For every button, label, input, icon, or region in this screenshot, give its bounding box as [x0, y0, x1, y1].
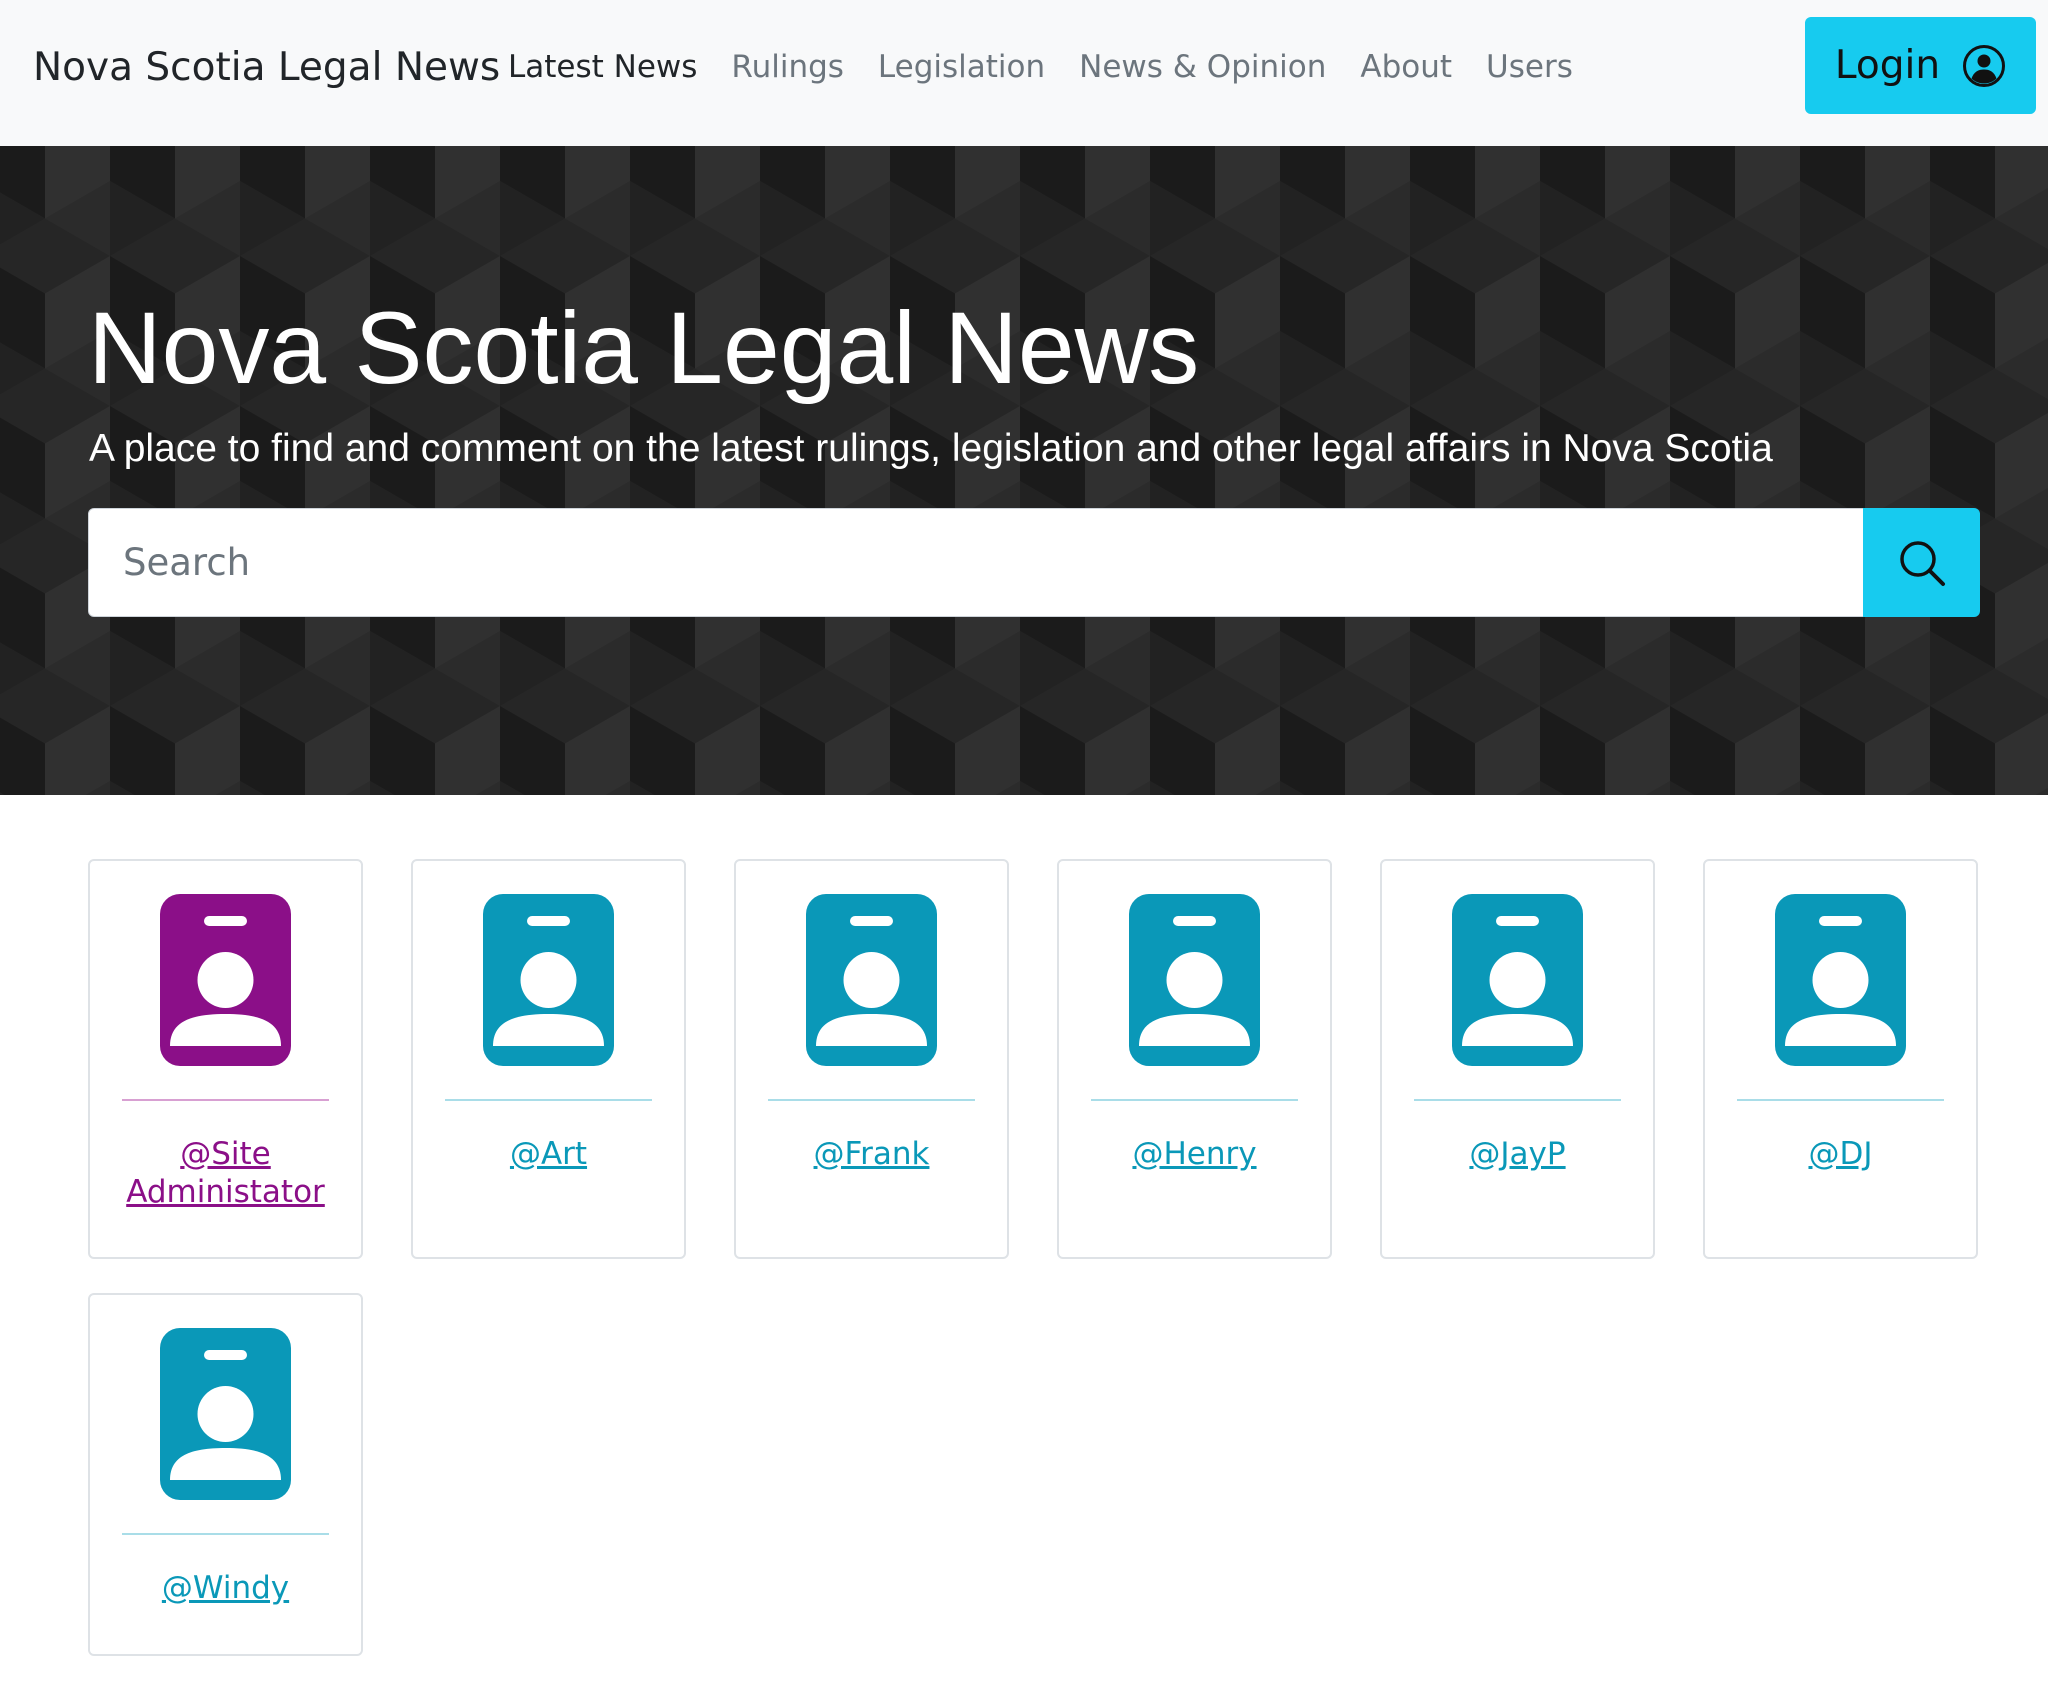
navbar: Nova Scotia Legal News Latest News Rulin…: [0, 0, 2048, 146]
card-divider: [1737, 1099, 1944, 1101]
nav-item-news-opinion: News & Opinion: [1079, 46, 1326, 88]
search-input[interactable]: [88, 508, 1864, 617]
nav-link-news-opinion[interactable]: News & Opinion: [1079, 46, 1326, 88]
nav-link-legislation[interactable]: Legislation: [878, 46, 1045, 88]
login-label: Login: [1834, 43, 1941, 88]
user-profile-link[interactable]: @Art: [500, 1135, 597, 1173]
person-badge-icon: [1452, 894, 1583, 1066]
users-grid: @Site Administator @Art @Frank @Henry @J…: [88, 859, 1980, 1656]
nav-link-users[interactable]: Users: [1486, 46, 1573, 88]
user-card: @Frank: [734, 859, 1009, 1259]
card-divider: [1091, 1099, 1298, 1101]
navbar-brand[interactable]: Nova Scotia Legal News: [33, 44, 500, 92]
nav-item-legislation: Legislation: [878, 46, 1045, 88]
user-card: @JayP: [1380, 859, 1655, 1259]
login-button[interactable]: Login: [1805, 17, 2036, 114]
card-divider: [768, 1099, 975, 1101]
person-badge-icon: [806, 894, 937, 1066]
user-profile-link[interactable]: @Henry: [1122, 1135, 1266, 1173]
card-divider: [1414, 1099, 1621, 1101]
hero-subtitle: A place to find and comment on the lates…: [89, 427, 1773, 470]
nav-item-latest-news: Latest News: [508, 46, 697, 88]
nav-item-about: About: [1360, 46, 1452, 88]
hero-banner: Nova Scotia Legal News A place to find a…: [0, 146, 2048, 795]
user-profile-link[interactable]: @Site Administator: [90, 1135, 361, 1211]
nav-link-about[interactable]: About: [1360, 46, 1452, 88]
user-card: @Windy: [88, 1293, 363, 1656]
person-badge-icon: [483, 894, 614, 1066]
nav-item-users: Users: [1486, 46, 1573, 88]
person-badge-icon: [160, 1328, 291, 1500]
user-card: @Art: [411, 859, 686, 1259]
nav-link-latest-news[interactable]: Latest News: [508, 46, 697, 88]
user-profile-link[interactable]: @Windy: [152, 1569, 299, 1607]
user-profile-link[interactable]: @Frank: [804, 1135, 940, 1173]
user-card: @DJ: [1703, 859, 1978, 1259]
hero-title: Nova Scotia Legal News: [88, 291, 1200, 405]
nav-item-rulings: Rulings: [731, 46, 844, 88]
card-divider: [122, 1533, 329, 1535]
card-divider: [122, 1099, 329, 1101]
person-badge-icon: [1775, 894, 1906, 1066]
user-card: @Site Administator: [88, 859, 363, 1259]
person-badge-icon: [160, 894, 291, 1066]
search-button[interactable]: [1863, 508, 1980, 617]
nav-links: Latest News Rulings Legislation News & O…: [508, 46, 1573, 88]
search-icon: [1899, 540, 1945, 586]
user-circle-icon: [1963, 44, 2006, 87]
nav-link-rulings[interactable]: Rulings: [731, 46, 844, 88]
person-badge-icon: [1129, 894, 1260, 1066]
user-profile-link[interactable]: @DJ: [1798, 1135, 1882, 1173]
user-profile-link[interactable]: @JayP: [1459, 1135, 1575, 1173]
user-card: @Henry: [1057, 859, 1332, 1259]
card-divider: [445, 1099, 652, 1101]
